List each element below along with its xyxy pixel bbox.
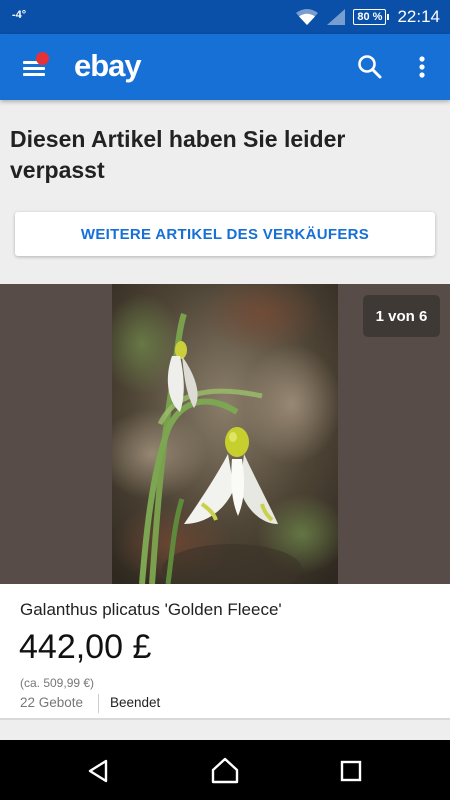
recents-icon: [340, 760, 362, 782]
recents-button[interactable]: [336, 756, 366, 786]
home-button[interactable]: [210, 756, 240, 786]
more-vert-icon: [419, 56, 425, 78]
clock-time: 22:14: [397, 7, 440, 26]
status-icons: 80 % 22:14: [295, 6, 440, 28]
menu-button[interactable]: [20, 52, 50, 80]
home-icon: [211, 757, 239, 784]
item-title: Galanthus plicatus 'Golden Fleece': [20, 600, 282, 619]
photo-counter: 1 von 6: [363, 295, 440, 337]
missed-item-heading: Diesen Artikel haben Sie leider verpasst: [10, 126, 346, 183]
cell-signal-icon: [327, 9, 346, 25]
card-divider: [0, 718, 450, 720]
battery-indicator: 80 %: [353, 9, 390, 25]
back-icon: [88, 759, 108, 783]
meta-divider: [98, 694, 99, 713]
more-options-button[interactable]: [409, 53, 435, 81]
item-price: 442,00 £: [19, 628, 152, 666]
battery-level: 80 %: [357, 11, 383, 23]
item-photo[interactable]: [112, 284, 338, 584]
search-icon: [358, 55, 382, 79]
photo-gallery[interactable]: 1 von 6: [0, 284, 450, 584]
back-button[interactable]: [84, 756, 114, 786]
item-card[interactable]: 1 von 6 Galanthus plicatus 'Golden Fleec…: [0, 284, 450, 720]
ebay-logo[interactable]: ebay: [74, 48, 142, 84]
more-seller-items-button[interactable]: WEITERE ARTIKEL DES VERKÄUFERS: [15, 212, 435, 256]
bid-count: 22 Gebote: [20, 695, 84, 710]
notification-dot: [36, 52, 49, 65]
navigation-bar: [0, 740, 450, 800]
listing-status: Beendet: [110, 695, 161, 710]
temperature-text: -4°: [12, 9, 27, 21]
app-bar: ebay: [0, 34, 450, 100]
status-bar: -4° 80 % 22:14: [0, 0, 450, 34]
search-button[interactable]: [356, 53, 384, 81]
item-approx-price: (ca. 509,99 €): [20, 676, 95, 690]
wifi-icon: [296, 9, 319, 25]
